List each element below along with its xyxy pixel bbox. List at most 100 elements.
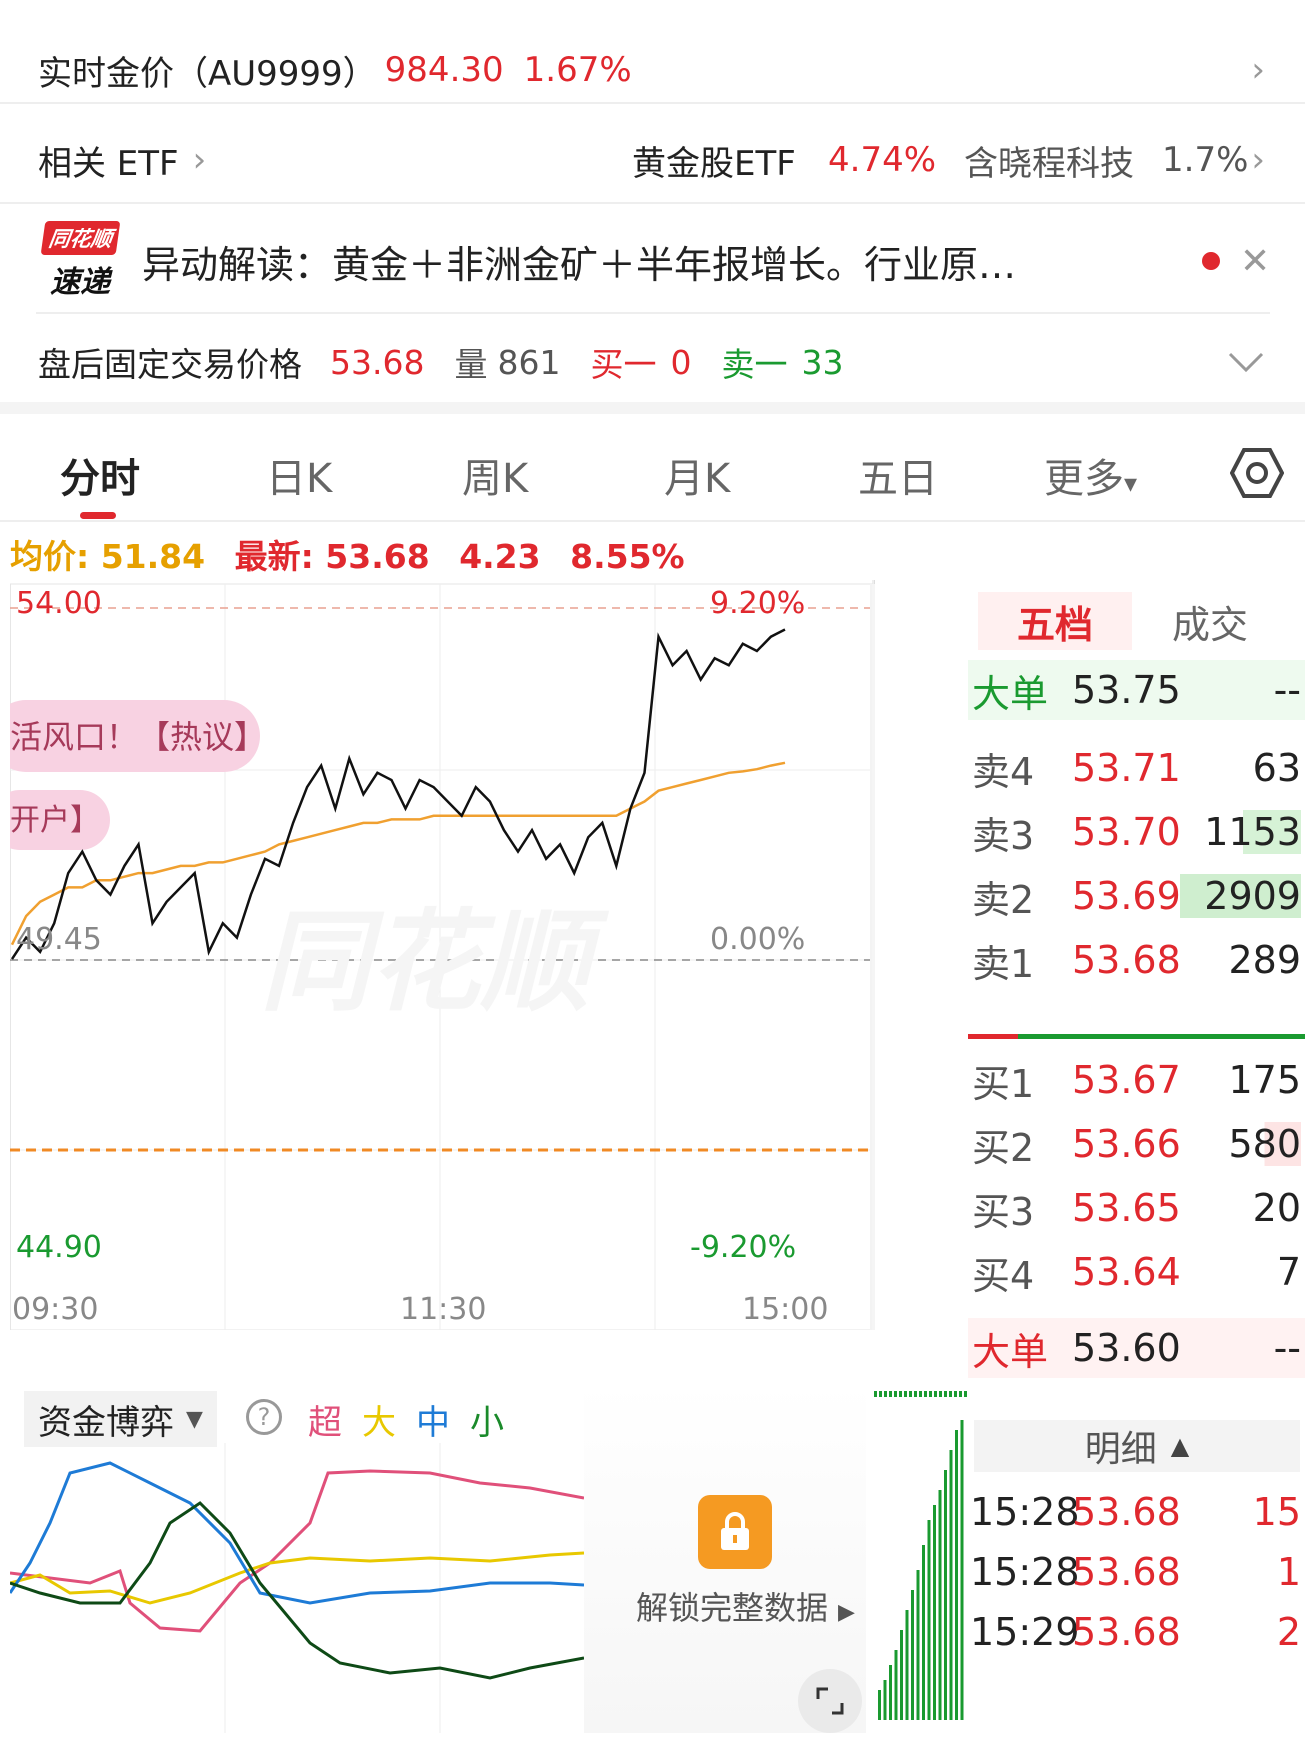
change-pct: 8.55% — [570, 537, 685, 576]
volume-bars — [874, 1391, 968, 1720]
change-value: 4.23 — [459, 537, 541, 576]
y-top-pct-label: 9.20% — [710, 586, 806, 621]
ask-label: 卖2 — [972, 877, 1035, 922]
bid-label: 买2 — [972, 1125, 1035, 1170]
bid-row: 买4 53.64 7 — [968, 1242, 1305, 1302]
bid-label: 买1 — [972, 1061, 1035, 1106]
volume-bar — [916, 1570, 920, 1720]
detail-vol: 2 — [1276, 1610, 1301, 1654]
volume-value: 861 — [497, 342, 561, 382]
chevron-down-icon[interactable] — [1227, 350, 1265, 374]
volume-bar — [878, 1690, 881, 1720]
ask-price: 53.68 — [1072, 938, 1181, 982]
ask-value: 33 — [801, 342, 844, 382]
volume-bar — [911, 1590, 914, 1720]
capital-type-select[interactable]: 资金博弈 ▼ — [24, 1391, 217, 1447]
tab-intraday[interactable]: 分时 — [60, 446, 140, 504]
bid-vol: 175 — [1228, 1058, 1301, 1102]
book-divider-green — [1018, 1034, 1305, 1039]
trade-detail: 明细 ▲ 15:28 53.68 15 15:28 53.68 1 15:29 … — [968, 1420, 1305, 1736]
news-row[interactable]: 同花顺 速递 异动解读：黄金＋非洲金矿＋半年报增长。行业原… ✕ — [0, 206, 1305, 316]
detail-price: 53.68 — [1072, 1550, 1181, 1594]
help-icon[interactable]: ? — [246, 1399, 282, 1435]
bid-price: 53.67 — [1072, 1058, 1181, 1102]
detail-row: 15:29 53.68 2 — [968, 1602, 1305, 1662]
close-icon[interactable]: ✕ — [1240, 241, 1270, 282]
volume-bar — [938, 1490, 942, 1720]
book-divider-red — [968, 1034, 1018, 1039]
related-etf-row[interactable]: 相关 ETF › 黄金股ETF 4.74% 含晓程科技 1.7% › — [0, 118, 1305, 202]
ask-vol: 2909 — [1180, 874, 1301, 918]
detail-row: 15:28 53.68 1 — [968, 1542, 1305, 1602]
ask-label: 卖一 — [721, 345, 788, 384]
chevron-right-icon: › — [1251, 140, 1265, 180]
etf-item1-change: 4.74% — [828, 140, 937, 180]
caret-down-icon: ▼ — [186, 1406, 203, 1432]
ask-price: 53.70 — [1072, 810, 1181, 854]
x-end-label: 15:00 — [742, 1292, 829, 1327]
big-buy-price: 53.60 — [1072, 1326, 1181, 1370]
x-mid-label: 11:30 — [400, 1292, 487, 1327]
period-tabs: 分时 日K 周K 月K 五日 更多▾ — [0, 422, 1305, 522]
detail-vol: 15 — [1252, 1490, 1301, 1534]
after-hours-label: 盘后固定交易价格 — [38, 345, 302, 384]
tab-daily-k[interactable]: 日K — [266, 446, 332, 504]
etf-label: 相关 ETF — [38, 143, 179, 184]
y-top-label: 54.00 — [16, 586, 102, 621]
detail-vol: 1 — [1276, 1550, 1301, 1594]
news-text: 异动解读：黄金＋非洲金矿＋半年报增长。行业原… — [142, 242, 1017, 287]
legend-large: 大 — [362, 1403, 396, 1443]
volume-bar — [900, 1630, 903, 1720]
bid-row: 买2 53.66 580 — [968, 1114, 1305, 1174]
gold-price-row[interactable]: 实时金价（AU9999） 984.30 1.67% › — [0, 30, 1305, 110]
bid-vol: 580 — [1228, 1122, 1301, 1166]
volume-bar — [894, 1650, 898, 1720]
etf-item2-name[interactable]: 含晓程科技 — [964, 136, 1134, 185]
tab-five-day[interactable]: 五日 — [858, 446, 938, 504]
legend-small: 小 — [470, 1403, 504, 1443]
etf-item2-change: 1.7% — [1162, 140, 1249, 180]
bid-label: 买一 — [590, 345, 657, 384]
legend-medium: 中 — [416, 1403, 450, 1443]
capital-select-label: 资金博弈 — [38, 1402, 174, 1443]
after-hours-row[interactable]: 盘后固定交易价格 53.68 量 861 买一 0 卖一 33 — [0, 322, 1305, 402]
volume-bar — [889, 1665, 892, 1720]
ask-row: 卖3 53.70 1153 — [968, 802, 1305, 862]
x-start-label: 09:30 — [12, 1292, 99, 1327]
ask-price: 53.71 — [1072, 746, 1181, 790]
detail-header[interactable]: 明细 ▲ — [974, 1420, 1300, 1472]
volume-bar — [922, 1545, 925, 1720]
ask-vol: 289 — [1228, 938, 1301, 982]
caret-right-icon: ▶ — [838, 1600, 855, 1625]
settings-hexagon-icon[interactable] — [1230, 446, 1284, 500]
bid-price: 53.65 — [1072, 1186, 1181, 1230]
etf-item1-name[interactable]: 黄金股ETF — [632, 136, 796, 185]
big-sell-order-row: 大单 53.75 -- — [968, 660, 1305, 720]
bid-vol: 7 — [1276, 1250, 1301, 1294]
y-mid-label: 49.45 — [16, 922, 102, 957]
expand-icon[interactable] — [798, 1669, 862, 1733]
tab-weekly-k[interactable]: 周K — [462, 446, 528, 504]
tab-monthly-k[interactable]: 月K — [664, 446, 730, 504]
large-flow-line — [10, 1551, 584, 1605]
capital-flow-chart — [10, 1443, 584, 1733]
detail-time: 15:29 — [970, 1610, 1080, 1654]
volume-bar — [944, 1470, 947, 1720]
bid-vol: 20 — [1252, 1186, 1301, 1230]
y-bottom-label: 44.90 — [16, 1230, 102, 1265]
intraday-chart[interactable]: 同花顺 活风口！【热议】 开户】 54.00 9.20% 49.45 0.00%… — [0, 580, 965, 1331]
volume-label: 量 — [454, 345, 488, 384]
lock-icon — [698, 1495, 772, 1569]
bid-value: 0 — [670, 342, 692, 382]
tab-five-levels[interactable]: 五档 — [978, 592, 1132, 650]
tab-more[interactable]: 更多▾ — [1044, 446, 1137, 504]
tab-trades[interactable]: 成交 — [1172, 592, 1248, 650]
big-sell-price: 53.75 — [1072, 668, 1181, 712]
ask-row: 卖2 53.69 2909 — [968, 866, 1305, 926]
unlock-text[interactable]: 解锁完整数据 ▶ — [636, 1583, 855, 1629]
unlock-overlay[interactable]: 解锁完整数据 ▶ — [584, 1383, 866, 1733]
volume-bar — [883, 1680, 887, 1720]
caret-up-icon: ▲ — [1170, 1432, 1190, 1460]
capital-flow-panel: 资金博弈 ▼ ? 超 大 中 小 解锁完整数据 ▶ — [10, 1383, 866, 1733]
big-buy-vol: -- — [1273, 1326, 1301, 1370]
